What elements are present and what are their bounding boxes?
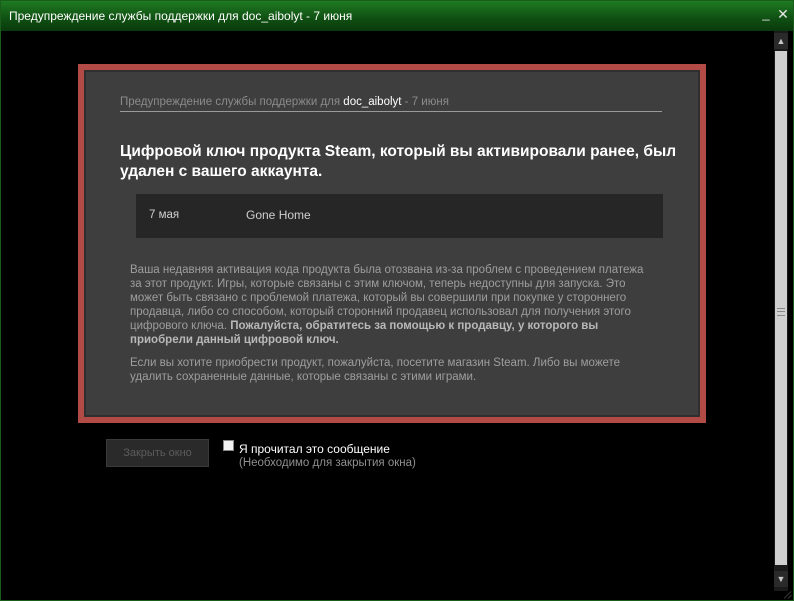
scroll-down-icon[interactable]: ▼ <box>774 571 788 587</box>
close-icon[interactable]: ✕ <box>776 7 790 21</box>
read-confirm-hint: (Необходимо для закрытия окна) <box>239 457 416 469</box>
alert-paragraph-2: Если вы хотите приобрести продукт, пожал… <box>130 357 621 383</box>
revoked-item-row: 7 мая Gone Home <box>136 194 663 238</box>
close-window-button[interactable]: Закрыть окно <box>106 439 209 467</box>
revoked-item-date: 7 мая <box>149 209 180 221</box>
read-confirm-checkbox[interactable] <box>223 440 234 451</box>
alert-paragraph-1: Ваша недавняя активация кода продукта бы… <box>130 263 650 347</box>
alert-header: Предупреждение службы поддержки для doc_… <box>120 96 662 112</box>
vertical-scrollbar[interactable]: ▲ ▼ <box>774 31 788 591</box>
read-confirm-label[interactable]: Я прочитал это сообщение <box>239 442 390 456</box>
titlebar[interactable]: Предупреждение службы поддержки для doc_… <box>1 1 793 31</box>
window-title: Предупреждение службы поддержки для doc_… <box>9 9 353 23</box>
scrollbar-grip-icon <box>777 308 785 316</box>
alert-header-user: doc_aibolyt <box>343 96 402 108</box>
minimize-icon[interactable]: _ <box>759 7 773 21</box>
alert-panel: Предупреждение службы поддержки для doc_… <box>78 64 706 423</box>
support-alert-window: Предупреждение службы поддержки для doc_… <box>0 0 794 601</box>
alert-header-prefix: Предупреждение службы поддержки для <box>120 96 344 108</box>
alert-header-suffix: - 7 июня <box>401 96 449 108</box>
alert-headline: Цифровой ключ продукта Steam, который вы… <box>120 143 677 180</box>
scroll-up-icon[interactable]: ▲ <box>774 33 788 49</box>
revoked-item-game: Gone Home <box>246 208 311 222</box>
resize-grip-icon[interactable] <box>782 589 792 599</box>
scrollbar-thumb[interactable] <box>775 51 787 565</box>
